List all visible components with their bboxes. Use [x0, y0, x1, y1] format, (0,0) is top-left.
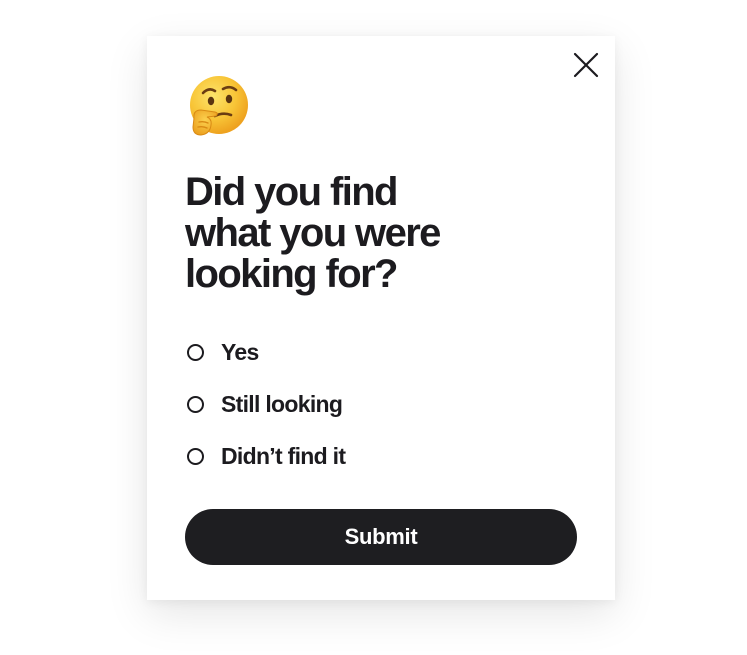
- answer-options: Yes Still looking Didn’t find it: [187, 326, 587, 482]
- option-still-looking[interactable]: Still looking: [187, 378, 587, 430]
- survey-question-title: Did you find what you were looking for?: [185, 172, 585, 295]
- option-yes[interactable]: Yes: [187, 326, 587, 378]
- option-label: Didn’t find it: [221, 442, 346, 469]
- radio-button-yes[interactable]: [187, 343, 204, 361]
- option-label: Yes: [221, 338, 259, 365]
- title-line-2: what you were: [185, 211, 441, 255]
- thinking-face-icon: [185, 74, 251, 140]
- page-background: Did you find what you were looking for? …: [0, 0, 747, 655]
- survey-popup: Did you find what you were looking for? …: [147, 36, 615, 600]
- close-icon: [573, 52, 599, 78]
- submit-button[interactable]: Submit: [185, 509, 577, 565]
- option-didnt-find-it[interactable]: Didn’t find it: [187, 430, 587, 482]
- option-label: Still looking: [221, 390, 343, 417]
- close-button[interactable]: [571, 50, 601, 80]
- title-line-3: looking for?: [185, 252, 398, 296]
- radio-button-still-looking[interactable]: [187, 395, 204, 413]
- radio-button-didnt-find-it[interactable]: [187, 447, 204, 465]
- title-line-1: Did you find: [185, 170, 398, 214]
